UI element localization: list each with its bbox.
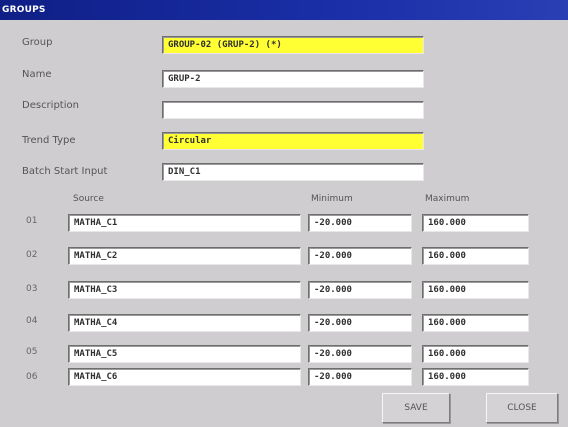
source-column-header: Source [73,194,104,204]
minimum-column-header: Minimum [311,194,353,204]
name-label: Name [22,69,52,80]
maximum-field[interactable]: 160.000 [422,214,529,232]
group-field[interactable]: GROUP-02 (GRUP-2) (*) [162,36,424,54]
minimum-field[interactable]: -20.000 [308,281,412,299]
minimum-field[interactable]: -20.000 [308,247,412,265]
minimum-field[interactable]: -20.000 [308,368,412,386]
batch-start-input-label: Batch Start Input [22,166,108,177]
maximum-column-header: Maximum [425,194,470,204]
source-row-number: 04 [26,316,38,326]
groups-window: GROUPS Group GROUP-02 (GRUP-2) (*) Name … [0,0,568,427]
maximum-field[interactable]: 160.000 [422,345,529,363]
minimum-field[interactable]: -20.000 [308,214,412,232]
window-title: GROUPS [0,0,568,20]
close-button[interactable]: CLOSE [486,393,558,423]
description-label: Description [22,100,79,111]
maximum-field[interactable]: 160.000 [422,281,529,299]
source-field[interactable]: MATHA_C5 [68,345,301,363]
source-row-number: 02 [26,250,38,260]
maximum-field[interactable]: 160.000 [422,247,529,265]
batch-start-input-field[interactable]: DIN_C1 [162,163,424,181]
source-row-number: 05 [26,347,38,357]
save-button[interactable]: SAVE [382,393,450,423]
source-field[interactable]: MATHA_C4 [68,314,301,332]
source-row-number: 01 [26,216,38,226]
source-field[interactable]: MATHA_C2 [68,247,301,265]
source-row-number: 03 [26,284,38,294]
trend-type-label: Trend Type [22,135,76,146]
group-label: Group [22,37,53,48]
description-field[interactable] [162,101,424,119]
maximum-field[interactable]: 160.000 [422,368,529,386]
source-field[interactable]: MATHA_C3 [68,281,301,299]
source-row-number: 06 [26,372,38,382]
minimum-field[interactable]: -20.000 [308,314,412,332]
maximum-field[interactable]: 160.000 [422,314,529,332]
source-field[interactable]: MATHA_C1 [68,214,301,232]
name-field[interactable]: GRUP-2 [162,70,424,88]
minimum-field[interactable]: -20.000 [308,345,412,363]
source-field[interactable]: MATHA_C6 [68,368,301,386]
trend-type-field[interactable]: Circular [162,132,424,150]
